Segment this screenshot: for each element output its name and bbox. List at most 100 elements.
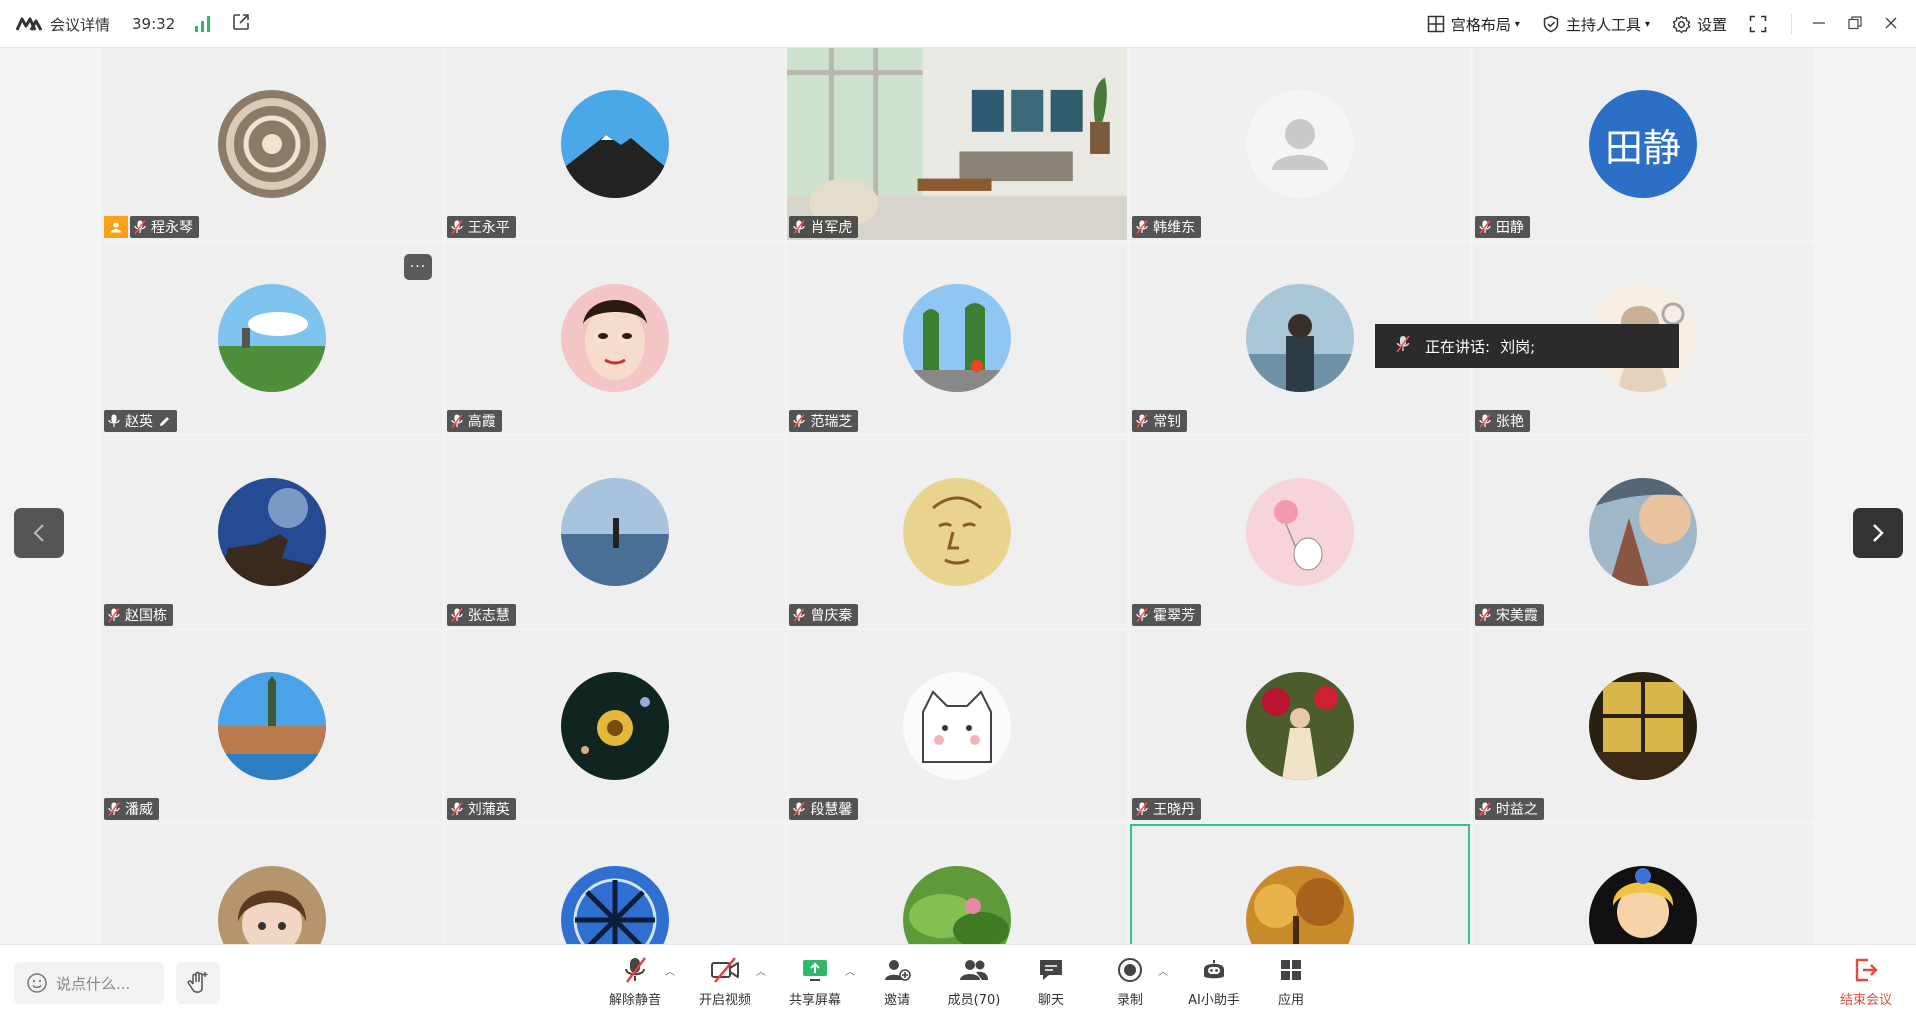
layout-button[interactable]: 宫格布局 ▾ [1427,14,1520,35]
video-options-caret[interactable]: ︿ [756,963,766,978]
avatar [218,90,326,198]
participant-tile[interactable]: 赵英 ··· [102,242,442,434]
participant-tile[interactable]: 王晓丹 [1130,630,1471,822]
participant-tile[interactable]: 高霞 [444,242,785,434]
participant-tile[interactable]: 霍翠芳 [1130,436,1471,628]
mic-muted-icon [793,802,806,816]
avatar [560,478,669,586]
fullscreen-icon[interactable] [1749,15,1767,33]
participant-name-tag: 田静 [1474,216,1530,238]
speaking-indicator: 正在讲话: 刘岗; [1375,324,1679,368]
participant-tile[interactable]: 赵国栋 [102,436,442,628]
participant-tile[interactable] [1472,824,1813,944]
previous-page-button[interactable] [14,508,64,558]
participant-name: 王永平 [467,220,510,236]
avatar [1246,866,1355,944]
audio-options-caret[interactable]: ︿ [665,963,675,978]
mic-muted-icon [1479,802,1491,816]
participant-tile[interactable]: 宋美霞 [1472,436,1813,628]
invite-button[interactable]: 邀请 [857,955,937,1008]
chevron-left-icon [33,524,44,542]
participant-tile[interactable]: 田静 田静 [1472,48,1813,240]
mic-muted-icon [793,220,806,234]
participant-tile[interactable]: 曾庆秦 [787,436,1128,628]
avatar [1588,478,1697,586]
raise-hand-button[interactable] [176,962,220,1004]
chat-button[interactable]: 聊天 [1011,955,1091,1008]
chevron-down-icon: ▾ [1644,18,1650,30]
participant-name: 肖军虎 [810,220,853,236]
share-options-caret[interactable]: ︿ [845,963,855,978]
participant-tile[interactable]: 王永平 [444,48,785,240]
mic-muted-icon [793,414,806,428]
participant-tile[interactable]: 刘蒲英 [444,630,785,822]
shield-icon [1543,15,1559,33]
grid-layout-icon [1427,15,1445,33]
apps-button[interactable]: 应用 [1251,955,1331,1008]
participant-name-tag: 段慧馨 [789,798,859,820]
mic-muted-icon [451,220,463,234]
members-button[interactable]: 成员(70) [934,955,1014,1008]
participant-name-tag: 时益之 [1474,798,1544,820]
signal-strength-icon[interactable] [195,16,211,32]
end-meeting-button[interactable]: 结束会议 [1826,955,1906,1008]
participant-tile[interactable]: 张志慧 [444,436,785,628]
participant-tile[interactable] [787,824,1128,944]
mic-muted-icon [1136,802,1148,816]
participant-name-tag: 霍翠芳 [1132,604,1202,626]
host-tools-button[interactable]: 主持人工具 ▾ [1542,14,1650,35]
participant-tile[interactable]: 程永琴 [102,48,442,240]
mic-on-icon [108,414,120,427]
meeting-info-link[interactable]: 会议详情 [50,14,110,35]
participant-tile[interactable] [444,824,785,944]
start-video-button[interactable]: 开启视频 [685,955,765,1008]
participant-name: 常钊 [1153,414,1182,430]
share-screen-icon [803,960,827,981]
unmute-button[interactable]: 解除静音 [595,955,675,1008]
avatar: 田静 [1588,90,1697,198]
avatar [1246,284,1355,392]
mic-muted-icon [108,802,120,816]
participant-tile[interactable]: 潘威 [102,630,442,822]
participant-tile[interactable]: 范瑞芝 [787,242,1128,434]
participant-tile[interactable]: 韩维东 [1130,48,1471,240]
settings-button[interactable]: 设置 [1672,14,1727,35]
avatar [1246,90,1355,198]
speaking-label: 正在讲话: [1425,337,1491,356]
participant-tile[interactable]: 时益之 [1472,630,1813,822]
next-page-button[interactable] [1853,508,1903,558]
avatar [903,866,1012,944]
members-icon [960,960,988,980]
avatar [1246,672,1355,780]
participant-name: 段慧馨 [810,802,853,818]
chevron-down-icon: ▾ [1514,18,1520,30]
more-options-button[interactable]: ··· [404,254,432,280]
share-screen-button[interactable]: 共享屏幕 [775,955,855,1008]
participant-tile[interactable] [1130,824,1471,944]
participant-name-tag: 范瑞芝 [789,410,859,432]
avatar [560,284,669,392]
participant-tile[interactable]: 肖军虎 [787,48,1128,240]
chat-icon [1040,960,1062,980]
mic-muted-icon [1479,414,1491,428]
restore-icon[interactable] [1848,15,1862,34]
minimize-icon[interactable] [1812,15,1826,34]
participant-name-tag: 曾庆秦 [789,604,859,626]
participant-name: 宋美霞 [1495,608,1538,624]
mic-muted-icon [1395,335,1411,357]
participant-tile[interactable] [102,824,442,944]
participant-name-tag: 赵英 [104,410,177,432]
ai-assistant-button[interactable]: AI小助手 [1174,955,1254,1008]
participant-name-tag: 常钊 [1132,410,1188,432]
participant-tile[interactable]: 段慧馨 [787,630,1128,822]
mic-muted-icon [1136,608,1148,622]
close-icon[interactable] [1884,15,1898,34]
record-options-caret[interactable]: ︿ [1158,963,1168,978]
quick-chat-input[interactable]: 说点什么... [14,962,164,1004]
avatar [903,672,1012,780]
avatar [1588,672,1697,780]
participant-name-tag: 高霞 [446,410,502,432]
participant-name-tag: 肖军虎 [789,216,859,238]
external-link-icon[interactable] [232,13,250,35]
avatar [218,478,326,586]
